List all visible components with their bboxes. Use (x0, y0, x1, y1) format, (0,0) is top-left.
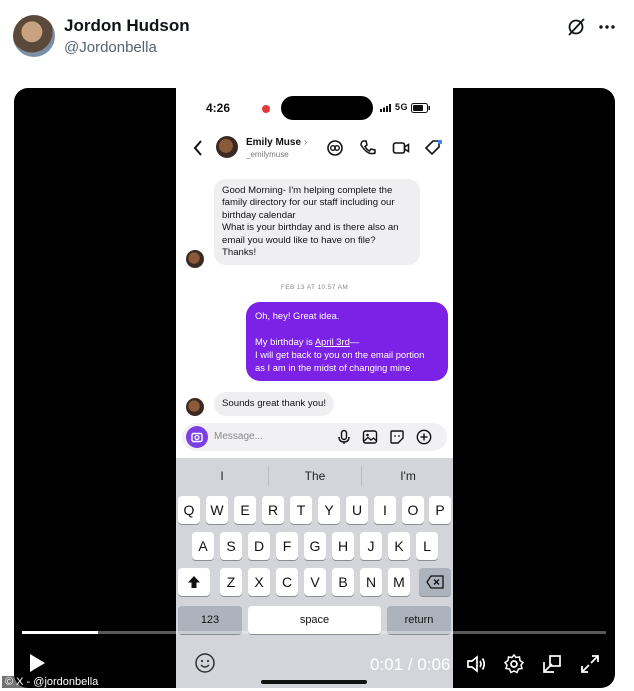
video-call-icon[interactable] (392, 139, 410, 157)
incoming-message[interactable]: Good Morning- I'm helping complete the f… (214, 179, 420, 266)
key-r[interactable]: R (262, 496, 284, 524)
return-key[interactable]: return (387, 606, 451, 634)
key-h[interactable]: H (332, 532, 354, 560)
key-i[interactable]: I (374, 496, 396, 524)
play-icon[interactable] (28, 653, 46, 673)
numbers-key[interactable]: 123 (178, 606, 242, 634)
key-d[interactable]: D (248, 532, 270, 560)
grok-icon[interactable] (566, 17, 586, 37)
shift-icon (188, 576, 200, 589)
backspace-icon (426, 575, 444, 589)
suggestion-item[interactable]: The (269, 469, 361, 483)
message-line: family directory for our staff including… (222, 197, 395, 209)
contact-username: _emilymuse (246, 150, 289, 159)
suggestion-item[interactable]: I'm (362, 469, 453, 483)
plus-icon[interactable] (416, 429, 432, 445)
image-icon[interactable] (362, 429, 378, 445)
key-g[interactable]: G (304, 532, 326, 560)
message-line: as I am in the midst of changing mine. (255, 362, 413, 373)
phone-screen: 4:26 5G Emily Muse › _emilymuse Good Mor… (176, 88, 453, 688)
incoming-message[interactable]: Sounds great thank you! (214, 392, 335, 417)
progress-bar[interactable] (22, 631, 606, 634)
camera-button[interactable] (186, 426, 208, 448)
key-c[interactable]: C (276, 568, 298, 596)
key-u[interactable]: U (346, 496, 368, 524)
more-icon[interactable] (597, 17, 617, 37)
link-icon[interactable] (326, 139, 344, 157)
key-w[interactable]: W (206, 496, 228, 524)
message-line: Thanks! (222, 247, 257, 259)
emoji-icon[interactable] (194, 652, 216, 674)
message-timestamp: FEB 13 AT 10:57 AM (280, 284, 349, 291)
message-line: Oh, hey! Great idea. (255, 310, 340, 321)
key-a[interactable]: A (192, 532, 214, 560)
key-j[interactable]: J (360, 532, 382, 560)
tag-icon[interactable] (424, 139, 442, 157)
status-indicators: 5G (380, 102, 431, 113)
phone-icon[interactable] (359, 139, 377, 157)
contact-avatar[interactable] (216, 136, 238, 158)
key-p[interactable]: P (429, 496, 451, 524)
signal-icon (380, 103, 391, 112)
key-y[interactable]: Y (318, 496, 340, 524)
key-m[interactable]: M (388, 568, 410, 596)
home-indicator (261, 680, 367, 684)
author-handle[interactable]: @Jordonbella (64, 39, 157, 56)
camera-icon (191, 432, 203, 443)
key-f[interactable]: F (276, 532, 298, 560)
status-time: 4:26 (206, 101, 231, 115)
date-link[interactable]: April 3rd (315, 336, 350, 347)
key-o[interactable]: O (402, 496, 424, 524)
shift-key[interactable] (178, 568, 210, 596)
settings-icon[interactable] (503, 653, 525, 675)
message-line: My birthday is April 3rd— (255, 336, 360, 347)
key-s[interactable]: S (220, 532, 242, 560)
key-n[interactable]: N (360, 568, 382, 596)
key-x[interactable]: X (248, 568, 270, 596)
suggestion-item[interactable]: I (176, 469, 268, 483)
message-line: Good Morning- I'm helping complete the (222, 185, 393, 196)
recording-dot (262, 105, 270, 113)
outgoing-message[interactable]: Oh, hey! Great idea. My birthday is Apri… (246, 302, 448, 381)
key-q[interactable]: Q (178, 496, 200, 524)
sender-avatar (186, 398, 204, 416)
key-b[interactable]: B (332, 568, 354, 596)
message-line: email you would like to have on file? (222, 234, 376, 246)
sticker-icon[interactable] (389, 429, 405, 445)
mic-icon[interactable] (336, 429, 352, 445)
key-z[interactable]: Z (220, 568, 242, 596)
battery-icon (411, 102, 431, 113)
message-line: I will get back to you on the email port… (255, 349, 425, 360)
video-time: 0:01 / 0:06 (370, 655, 451, 674)
progress-fill (22, 631, 98, 634)
key-v[interactable]: V (304, 568, 326, 596)
key-e[interactable]: E (234, 496, 256, 524)
volume-icon[interactable] (465, 653, 487, 675)
author-avatar[interactable] (13, 15, 55, 57)
key-t[interactable]: T (290, 496, 312, 524)
back-chevron-icon[interactable] (192, 138, 204, 158)
key-k[interactable]: K (388, 532, 410, 560)
sender-avatar (186, 250, 204, 268)
network-label: 5G (395, 102, 409, 112)
pip-icon[interactable] (541, 653, 563, 675)
message-line: What is your birthday and is there also … (222, 222, 399, 234)
message-line: birthday calendar (222, 209, 296, 221)
watermark: © X - @jordonbella (2, 676, 102, 688)
author-name[interactable]: Jordon Hudson (64, 16, 190, 36)
dynamic-island (281, 96, 373, 120)
backspace-key[interactable] (419, 568, 451, 596)
fullscreen-icon[interactable] (579, 653, 601, 675)
contact-name[interactable]: Emily Muse › (246, 137, 307, 148)
key-l[interactable]: L (416, 532, 438, 560)
space-key[interactable]: space (248, 606, 381, 634)
message-input[interactable]: Message... (214, 431, 263, 442)
